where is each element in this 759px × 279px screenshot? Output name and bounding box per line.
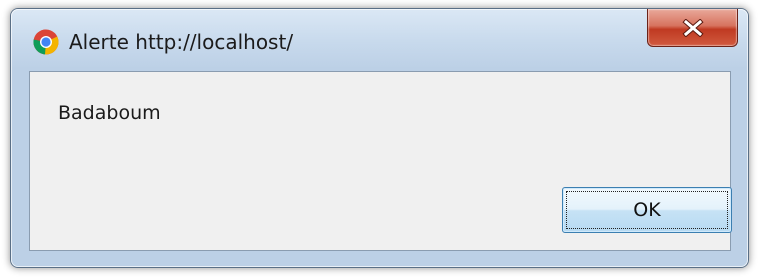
dialog-content: Badaboum OK (29, 71, 732, 251)
alert-message: Badaboum (58, 102, 161, 124)
ok-button-label: OK (633, 199, 661, 221)
chrome-browser-icon (33, 29, 59, 55)
close-icon (681, 18, 704, 37)
ok-button[interactable]: OK (562, 187, 732, 233)
title-bar[interactable]: Alerte http://localhost/ (11, 9, 748, 69)
dialog-title: Alerte http://localhost/ (69, 30, 294, 54)
close-button[interactable] (647, 9, 738, 47)
alert-dialog-window: Alerte http://localhost/ Badaboum OK (10, 8, 749, 268)
